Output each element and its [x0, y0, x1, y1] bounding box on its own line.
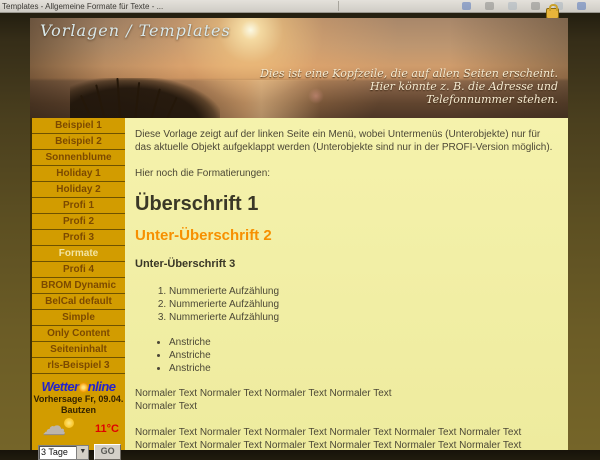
weather-widget: Wetternline Vorhersage Fr, 09.04. Bautze… — [32, 379, 125, 460]
dune-grass-silhouette — [70, 78, 220, 118]
sidebar-item-profi-3[interactable]: Profi 3 — [32, 230, 125, 246]
browser-tab-title[interactable]: Templates - Allgemeine Formate für Texte… — [0, 2, 332, 11]
go-button[interactable]: GO — [94, 444, 121, 460]
sidebar-item-sonnenblume[interactable]: Sonnenblume — [32, 150, 125, 166]
normal-text-line: Normaler Text Normaler Text Normaler Tex… — [135, 388, 392, 399]
sidebar-item-profi-1[interactable]: Profi 1 — [32, 198, 125, 214]
temperature-value: 11°C — [95, 423, 119, 435]
chevron-down-icon[interactable]: ▼ — [76, 446, 88, 459]
sidebar-item-beispiel-1[interactable]: Beispiel 1 — [32, 118, 125, 134]
restore-icon[interactable] — [531, 2, 540, 10]
sidebar-menu: Beispiel 1 Beispiel 2 Sonnenblume Holida… — [30, 118, 125, 450]
sidebar-item-only-content[interactable]: Only Content — [32, 326, 125, 342]
header-tagline: Dies ist eine Kopfzeile, die auf allen S… — [260, 67, 558, 106]
forecast-range-select[interactable]: 3 Tage ▼ — [38, 445, 89, 460]
sidebar-item-profi-4[interactable]: Profi 4 — [32, 262, 125, 278]
sidebar-item-beispiel-2[interactable]: Beispiel 2 — [32, 134, 125, 150]
forecast-label: Vorhersage Fr, 09.04. — [32, 394, 125, 405]
bullet-list-item: Anstriche — [169, 336, 558, 349]
logo-text-prefix: Wetter — [41, 379, 78, 394]
print-icon[interactable] — [485, 2, 494, 10]
sidebar-item-simple[interactable]: Simple — [32, 310, 125, 326]
normal-text-block: Normaler Text Normaler Text Normaler Tex… — [135, 426, 558, 450]
sidebar-item-profi-2[interactable]: Profi 2 — [32, 214, 125, 230]
tagline-line: Telefonnummer stehen. — [260, 93, 558, 106]
sidebar-item-formate-active[interactable]: Formate — [32, 246, 125, 262]
tagline-line: Hier könnte z. B. die Adresse und — [260, 80, 558, 93]
bullet-list-item: Anstriche — [169, 349, 558, 362]
bullet-list: Anstriche Anstriche Anstriche — [135, 336, 558, 375]
header-banner-image: Vorlagen / Templates Dies ist eine Kopfz… — [30, 18, 568, 118]
bullet-list-item: Anstriche — [169, 362, 558, 375]
sun-icon — [79, 383, 88, 392]
sidebar-item-seiteninhalt[interactable]: Seiteninhalt — [32, 342, 125, 358]
main-content: Diese Vorlage zeigt auf der linken Seite… — [125, 118, 568, 450]
numbered-list-item: Nummerierte Aufzählung — [169, 285, 558, 298]
logo-text-suffix: nline — [88, 379, 116, 394]
help-icon[interactable] — [577, 2, 586, 10]
normal-text-line: Normaler Text — [135, 401, 197, 412]
partly-cloudy-icon: ☁ — [42, 418, 76, 440]
heading-3: Unter-Überschrift 3 — [135, 258, 558, 271]
minimize-icon[interactable] — [508, 2, 517, 10]
template-page: Vorlagen / Templates Dies ist eine Kopfz… — [30, 18, 568, 450]
bookmark-icon[interactable] — [462, 2, 471, 10]
cloud-icon: ☁ — [42, 412, 66, 441]
sidebar-item-holiday-2[interactable]: Holiday 2 — [32, 182, 125, 198]
sidebar-item-rls-beispiel-3[interactable]: rls-Beispiel 3 — [32, 358, 125, 374]
tagline-line: Dies ist eine Kopfzeile, die auf allen S… — [260, 67, 558, 80]
browser-chrome-strip: Templates - Allgemeine Formate für Texte… — [0, 0, 600, 13]
heading-1: Überschrift 1 — [135, 193, 558, 215]
intro-paragraph: Diese Vorlage zeigt auf der linken Seite… — [135, 128, 558, 154]
sidebar-item-belcal-default[interactable]: BelCal default — [32, 294, 125, 310]
normal-text-paragraph: Normaler Text Normaler Text Normaler Tex… — [135, 387, 558, 413]
wetteronline-logo[interactable]: Wetter nline — [32, 379, 125, 394]
heading-2: Unter-Überschrift 2 — [135, 229, 558, 242]
numbered-list-item: Nummerierte Aufzählung — [169, 298, 558, 311]
intro-paragraph-2: Hier noch die Formatierungen: — [135, 167, 558, 180]
forecast-range-value: 3 Tage — [39, 446, 76, 459]
site-title: Vorlagen / Templates — [40, 21, 231, 40]
numbered-list: Nummerierte Aufzählung Nummerierte Aufzä… — [135, 285, 558, 324]
sidebar-item-holiday-1[interactable]: Holiday 1 — [32, 166, 125, 182]
sidebar-item-brom-dynamic[interactable]: BROM Dynamic — [32, 278, 125, 294]
numbered-list-item: Nummerierte Aufzählung — [169, 311, 558, 324]
toolbar-divider — [338, 1, 339, 11]
